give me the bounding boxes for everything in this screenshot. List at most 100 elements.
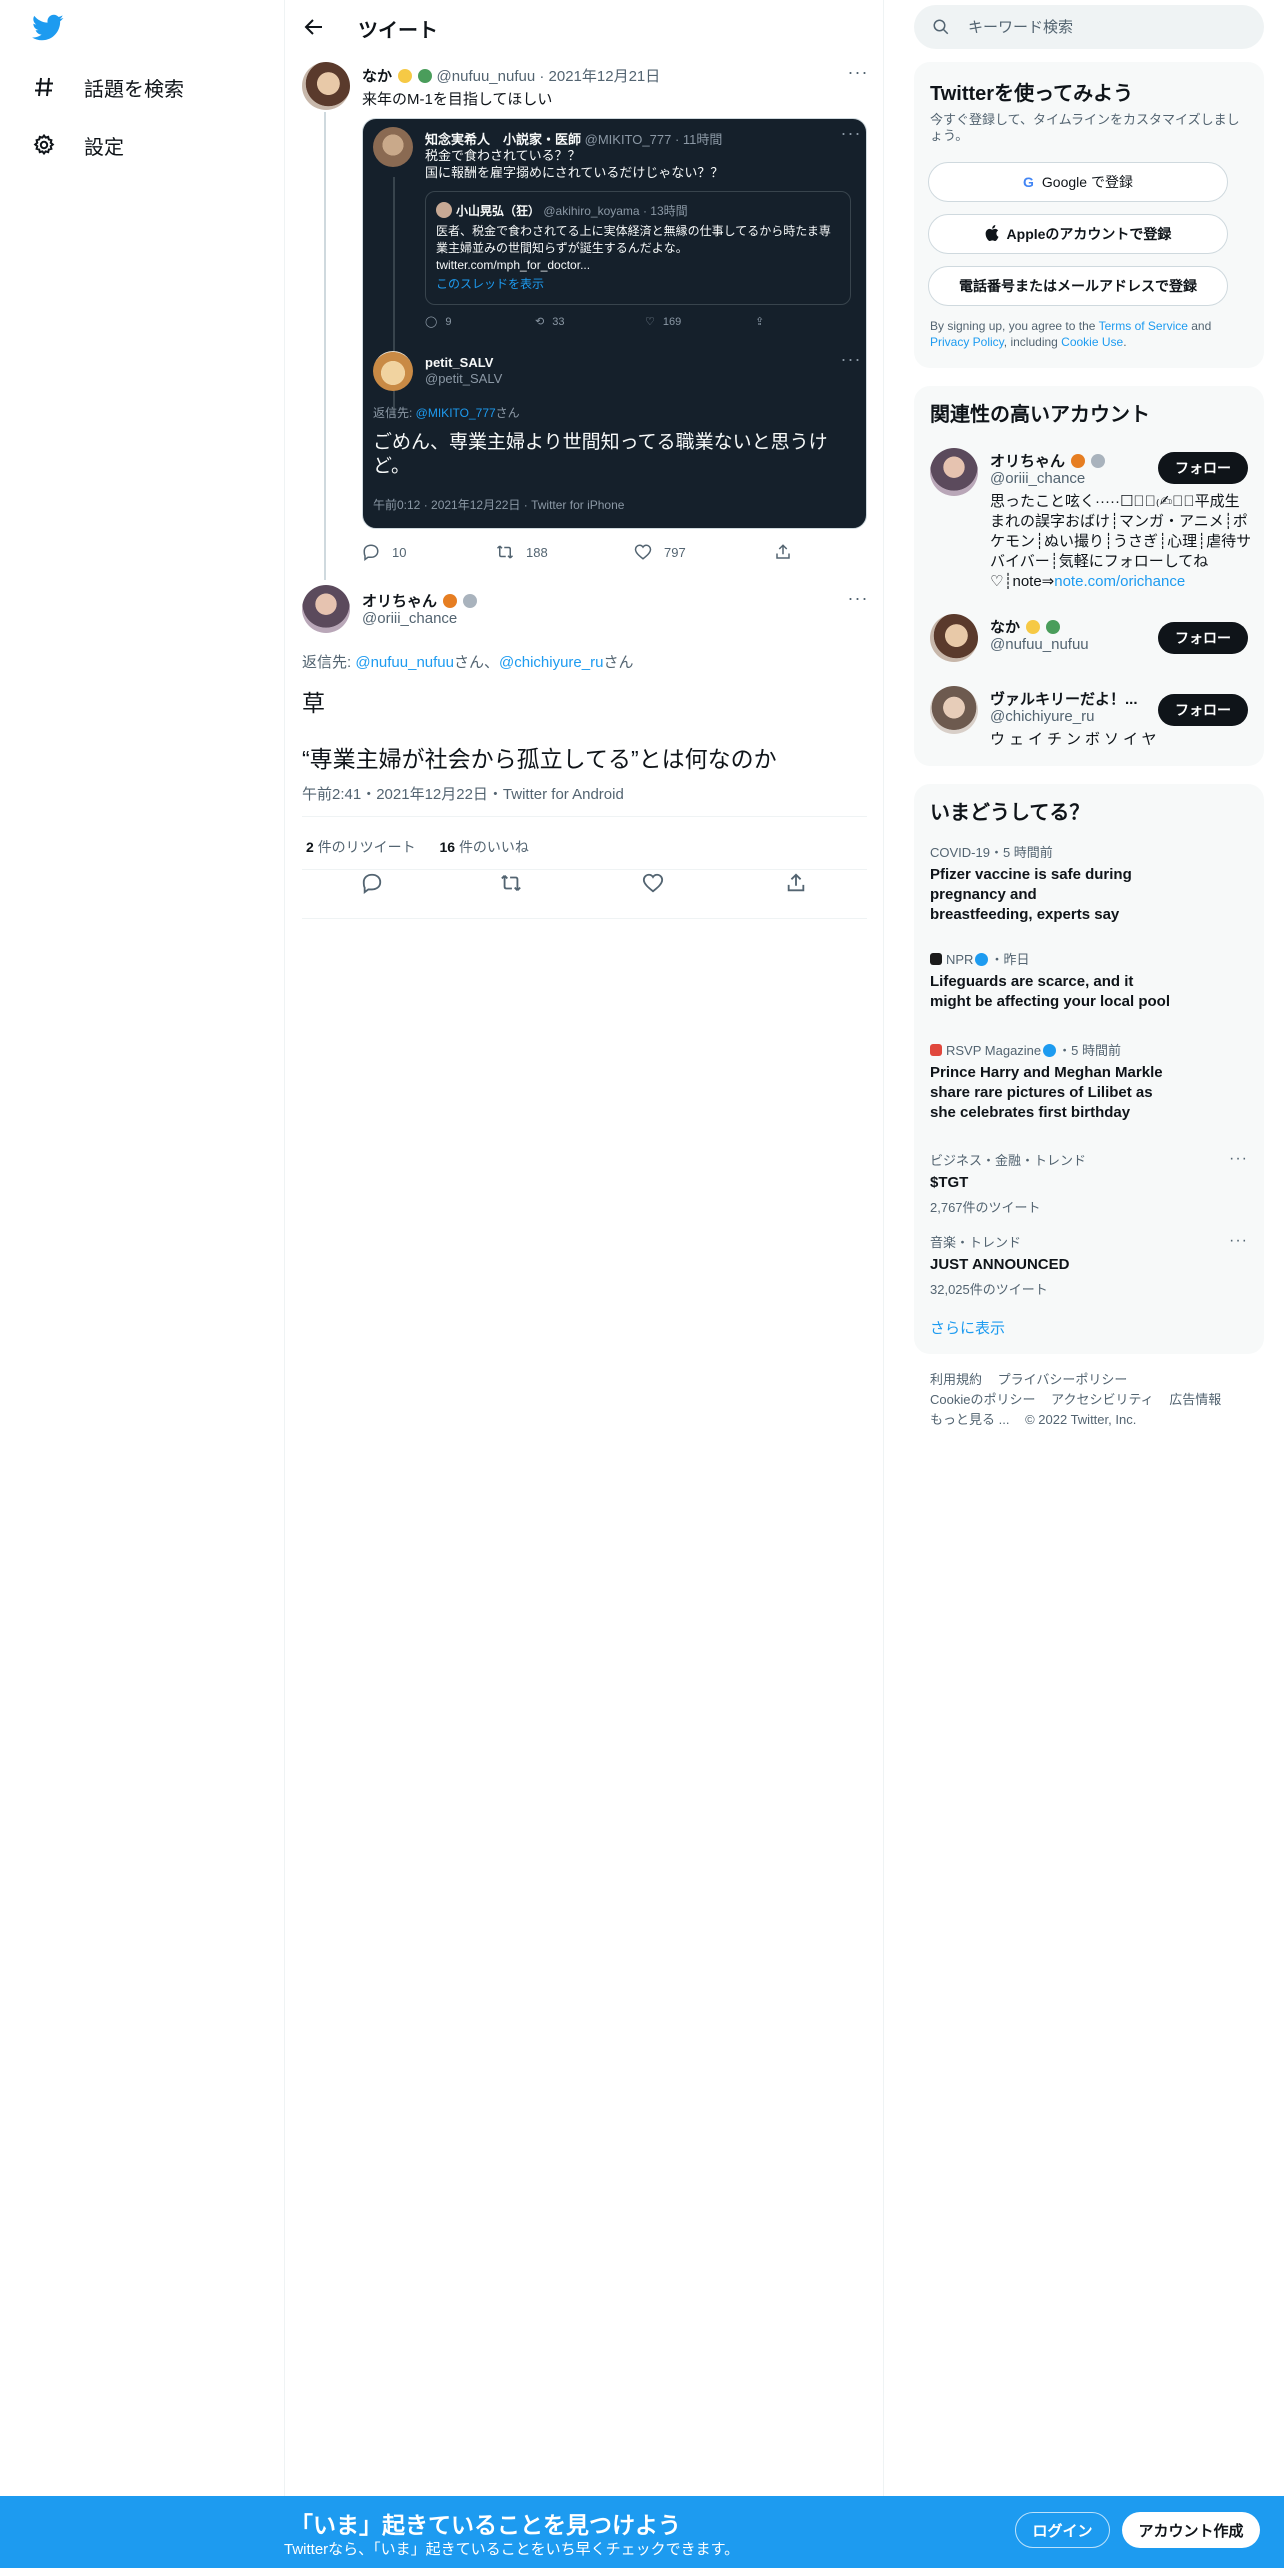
reply-icon[interactable]	[361, 872, 383, 897]
retweets-count[interactable]: 2	[306, 839, 314, 855]
avatar-parent[interactable]	[302, 62, 350, 110]
search-icon	[932, 18, 950, 36]
embedded-top-text-1: 税金で食わされている？？	[425, 148, 581, 163]
embedded-image[interactable]: 知念実希人 小説家・医師 @MIKITO_777 · 11時間 ··· 税金で食…	[362, 118, 867, 529]
share-icon[interactable]	[785, 872, 807, 897]
heart-icon: ♡	[645, 316, 655, 328]
terms-link[interactable]: Terms of Service	[1099, 319, 1188, 333]
like-button[interactable]: 797	[634, 543, 774, 561]
related-accounts-panel: 関連性の高いアカウント オリちゃん @oriii_chance フォロー 思った…	[914, 386, 1264, 766]
footer-terms[interactable]: 利用規約	[930, 1370, 982, 1390]
verified-icon	[1043, 1044, 1057, 1057]
apple-signup-button[interactable]: Appleのアカウントで登録	[928, 214, 1228, 254]
cookie-link[interactable]: Cookie Use	[1061, 335, 1123, 349]
share-icon: ⇪	[755, 316, 765, 328]
nav-explore[interactable]: 話題を検索	[30, 63, 184, 111]
login-button[interactable]: ログイン	[1015, 2512, 1110, 2548]
main-more-options-icon[interactable]: ···	[846, 589, 870, 612]
trends-panel: いまどうしてる？ COVID-19・5 時間前 Pfizer vaccine i…	[914, 784, 1264, 1354]
nav-settings[interactable]: 設定	[30, 121, 124, 169]
avatar[interactable]	[930, 448, 978, 496]
reply-to-link-2[interactable]: @chichiyure_ru	[499, 654, 603, 671]
parent-text: 来年のM-1を目指してほしい	[362, 91, 553, 108]
reply-button[interactable]: 10	[362, 543, 496, 561]
show-more-link[interactable]: さらに表示	[930, 1317, 1005, 1338]
footer-privacy[interactable]: プライバシーポリシー	[998, 1370, 1128, 1390]
embedded-more-icon: ···	[840, 123, 862, 143]
embedded-reply-name: petit_SALV	[425, 355, 494, 370]
embedded-top-text-2: 国に報酬を雇字搦めにされているだけじゃない？？	[425, 165, 724, 180]
related-name[interactable]: なか	[990, 616, 1061, 637]
divider	[302, 816, 867, 817]
related-handle[interactable]: @chichiyure_ru	[990, 708, 1094, 725]
trend-item[interactable]: 音楽・トレンド JUST ANNOUNCED 32,025件のツイート ···	[930, 1232, 1248, 1298]
parent-handle[interactable]: @nufuu_nufuu	[437, 68, 536, 85]
signup-legal: By signing up, you agree to the Terms of…	[930, 319, 1212, 349]
main-name-row: オリちゃん	[362, 590, 478, 611]
verified-icon	[975, 953, 989, 966]
more-options-icon[interactable]: ···	[1229, 1232, 1248, 1250]
emoji-icon	[398, 69, 413, 83]
globe-emoji-icon	[418, 69, 433, 83]
retweet-button[interactable]: 188	[496, 543, 634, 561]
create-account-button[interactable]: アカウント作成	[1122, 2512, 1260, 2548]
footer-cookie[interactable]: Cookieのポリシー	[930, 1390, 1035, 1410]
trend-item[interactable]: COVID-19・5 時間前 Pfizer vaccine is safe du…	[930, 842, 1248, 925]
main-handle[interactable]: @oriii_chance	[362, 610, 457, 627]
follow-button[interactable]: フォロー	[1158, 452, 1248, 484]
bio-link[interactable]: note.com/orichance	[1054, 573, 1185, 590]
embedded-quote-avatar	[436, 202, 452, 218]
follow-button[interactable]: フォロー	[1158, 622, 1248, 654]
parent-display-name[interactable]: なか	[362, 68, 392, 85]
heart-icon[interactable]	[642, 872, 664, 897]
avatar-main[interactable]	[302, 585, 350, 633]
embedded-quote-text: 医者、税金で食わされてる上に実体経済と無縁の仕事してるから時たま専業主婦並みの世…	[436, 224, 831, 255]
follow-button[interactable]: フォロー	[1158, 694, 1248, 726]
signup-panel: Twitterを使ってみよう 今すぐ登録して、タイムラインをカスタマイズしましょ…	[914, 62, 1264, 368]
main-text-line-1: 草	[302, 690, 325, 716]
trend-item[interactable]: RSVP Magazine ・5 時間前 Prince Harry and Meg…	[930, 1040, 1248, 1123]
google-signup-button[interactable]: G Google で登録	[928, 162, 1228, 202]
related-handle[interactable]: @nufuu_nufuu	[990, 636, 1089, 653]
retweet-icon[interactable]	[500, 872, 522, 897]
related-name[interactable]: オリちゃん	[990, 450, 1106, 471]
more-options-icon[interactable]: ···	[846, 63, 870, 86]
parent-name-row: なか @nufuu_nufuu · 2021年12月21日	[362, 68, 661, 85]
google-icon: G	[1023, 174, 1034, 190]
trend-item[interactable]: NPR ・昨日 Lifeguards are scarce, and it mig…	[930, 949, 1248, 1012]
footer-more[interactable]: もっと見る ...	[930, 1410, 1009, 1430]
rabbit-emoji-icon	[1091, 454, 1106, 468]
main-display-name[interactable]: オリちゃん	[362, 593, 437, 610]
main-tweet-meta[interactable]: 午前2:41・2021年12月22日・Twitter for Android	[302, 783, 624, 804]
back-arrow-icon[interactable]	[300, 13, 328, 41]
more-options-icon[interactable]: ···	[1229, 1150, 1248, 1168]
apple-icon	[985, 224, 999, 244]
embedded-show-thread: このスレッドを表示	[436, 277, 545, 291]
footer-accessibility[interactable]: アクセシビリティ	[1051, 1390, 1154, 1410]
embedded-top-name-row: 知念実希人 小説家・医師 @MIKITO_777 · 11時間	[425, 132, 723, 147]
footer-ads[interactable]: 広告情報	[1169, 1390, 1221, 1410]
share-button[interactable]	[774, 543, 792, 561]
embedded-avatar-reply	[373, 351, 413, 391]
retweets-label[interactable]: 件のリツイート	[318, 839, 416, 855]
search-bar[interactable]	[914, 5, 1264, 49]
phone-email-signup-button[interactable]: 電話番号またはメールアドレスで登録	[928, 266, 1228, 306]
privacy-link[interactable]: Privacy Policy	[930, 335, 1004, 349]
avatar[interactable]	[930, 614, 978, 662]
twitter-logo-icon[interactable]	[32, 14, 64, 42]
avatar[interactable]	[930, 686, 978, 734]
likes-count[interactable]: 16	[439, 839, 455, 855]
embedded-quote: 小山晃弘（狂） @akihiro_koyama · 13時間 医者、税金で食わさ…	[425, 191, 851, 305]
rabbit-emoji-icon	[463, 594, 478, 608]
embedded-reply-to: 返信先: @MIKITO_777さん	[373, 406, 520, 420]
parent-date[interactable]: 2021年12月21日	[549, 68, 661, 85]
likes-label[interactable]: 件のいいね	[459, 839, 529, 855]
related-handle[interactable]: @oriii_chance	[990, 470, 1085, 487]
embedded-reply-meta: 午前0:12 · 2021年12月22日 · Twitter for iPhon…	[373, 498, 625, 512]
trend-item[interactable]: ビジネス・金融・トレンド $TGT 2,767件のツイート ···	[930, 1150, 1248, 1216]
related-name[interactable]: ヴァルキリーだよ！...	[990, 688, 1138, 709]
reply-to-link-1[interactable]: @nufuu_nufuu	[355, 654, 454, 671]
search-input[interactable]	[968, 5, 1248, 49]
main-reply-to: 返信先: @nufuu_nufuuさん、@chichiyure_ruさん	[302, 654, 634, 671]
main-handle-row: @oriii_chance	[362, 610, 457, 627]
